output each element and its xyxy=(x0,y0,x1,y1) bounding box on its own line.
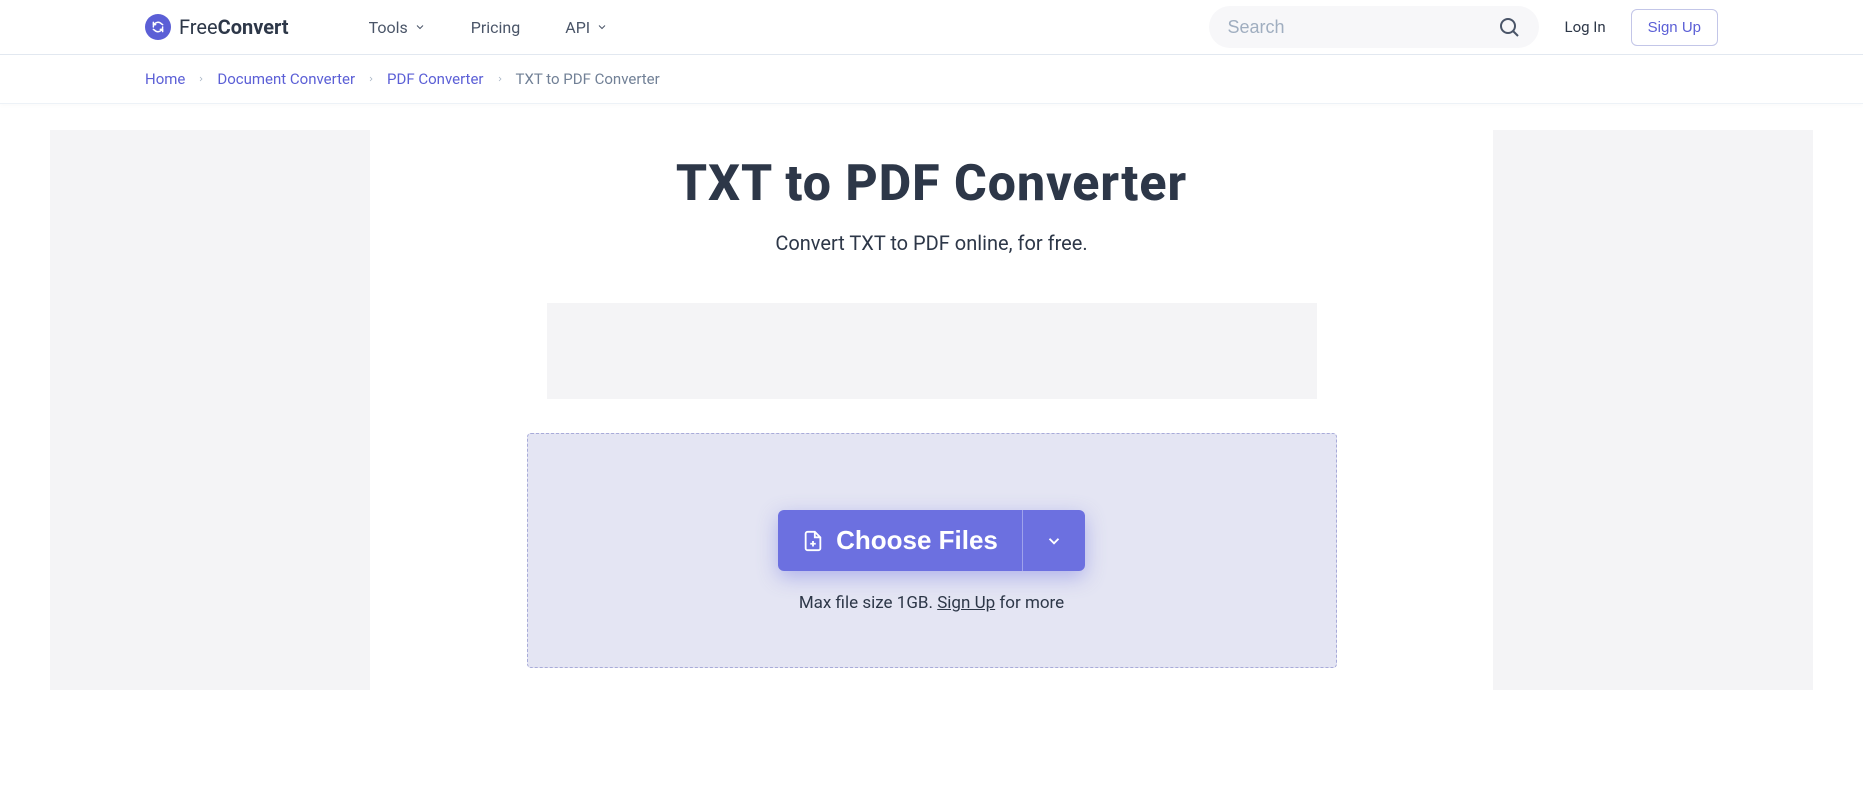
main-content: TXT to PDF Converter Convert TXT to PDF … xyxy=(410,130,1453,690)
content-container: TXT to PDF Converter Convert TXT to PDF … xyxy=(0,104,1863,690)
chevron-right-icon xyxy=(496,75,504,83)
choose-files-wrapper: Choose Files xyxy=(778,510,1085,571)
logo-icon xyxy=(145,14,171,40)
breadcrumb-home[interactable]: Home xyxy=(145,70,185,88)
main-nav: Tools Pricing API xyxy=(369,18,609,37)
logo-suffix: Convert xyxy=(218,15,289,39)
nav-api[interactable]: API xyxy=(565,18,608,37)
file-dropzone[interactable]: Choose Files Max file size 1GB. Sign Up … xyxy=(527,433,1337,668)
search-input[interactable] xyxy=(1227,17,1497,38)
choose-files-button[interactable]: Choose Files xyxy=(778,510,1022,571)
nav-api-label: API xyxy=(565,18,590,37)
left-ad-sidebar xyxy=(50,130,370,690)
page-title: TXT to PDF Converter xyxy=(410,155,1453,213)
breadcrumb-document-converter[interactable]: Document Converter xyxy=(217,70,355,88)
logo-prefix: Free xyxy=(179,15,218,39)
chevron-right-icon xyxy=(197,75,205,83)
chevron-right-icon xyxy=(367,75,375,83)
choose-files-dropdown[interactable] xyxy=(1022,510,1085,571)
right-ad-sidebar xyxy=(1493,130,1813,690)
breadcrumb: Home Document Converter PDF Converter TX… xyxy=(0,55,1863,104)
nav-pricing-label: Pricing xyxy=(471,18,521,37)
search-icon[interactable] xyxy=(1497,15,1521,39)
nav-tools-label: Tools xyxy=(369,18,408,37)
main-header: FreeConvert Tools Pricing API Log In Sig… xyxy=(0,0,1863,55)
logo[interactable]: FreeConvert xyxy=(145,14,289,40)
nav-tools[interactable]: Tools xyxy=(369,18,426,37)
breadcrumb-current: TXT to PDF Converter xyxy=(516,70,660,88)
search-box[interactable] xyxy=(1209,6,1539,48)
file-plus-icon xyxy=(802,528,824,554)
chevron-down-icon xyxy=(414,21,426,33)
header-right: Log In Sign Up xyxy=(1209,6,1718,48)
max-file-size-text: Max file size 1GB. Sign Up for more xyxy=(799,593,1064,613)
chevron-down-icon xyxy=(1045,532,1063,550)
nav-pricing[interactable]: Pricing xyxy=(471,18,521,37)
ad-placeholder xyxy=(547,303,1317,399)
chevron-down-icon xyxy=(596,21,608,33)
breadcrumb-pdf-converter[interactable]: PDF Converter xyxy=(387,70,483,88)
signup-button[interactable]: Sign Up xyxy=(1631,9,1718,46)
signup-link-inline[interactable]: Sign Up xyxy=(937,593,995,613)
choose-files-label: Choose Files xyxy=(836,525,998,556)
login-link[interactable]: Log In xyxy=(1564,18,1605,36)
page-subtitle: Convert TXT to PDF online, for free. xyxy=(410,231,1453,255)
